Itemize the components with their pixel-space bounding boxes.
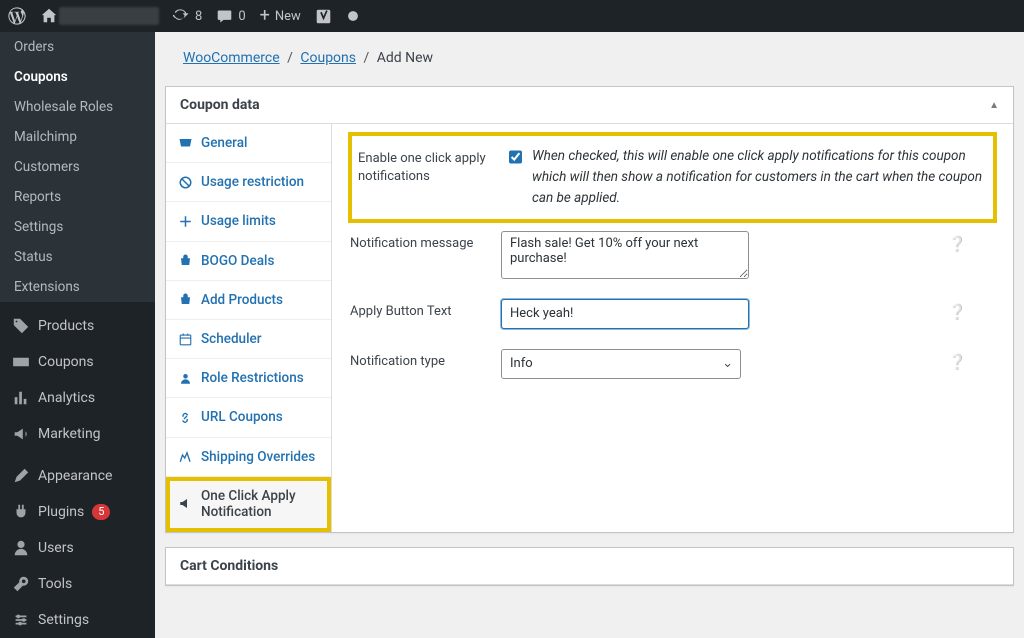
row-notification-type: Notification type Info ⌄ ❔: [350, 339, 995, 389]
sidebar-item-plugins[interactable]: Plugins5: [0, 494, 155, 530]
sidebar-item-coupons[interactable]: Coupons: [0, 344, 155, 380]
panel-title: Cart Conditions: [180, 558, 278, 574]
collapse-icon: ▲: [989, 100, 999, 111]
help-icon[interactable]: ❔: [948, 303, 967, 321]
comments-count: 0: [238, 9, 245, 24]
comments-icon[interactable]: 0: [216, 8, 245, 25]
enable-description: When checked, this will enable one click…: [532, 146, 987, 209]
breadcrumb-coupons[interactable]: Coupons: [300, 50, 356, 66]
row-enable: Enable one click apply notifications Whe…: [350, 134, 995, 221]
one-click-form: Enable one click apply notifications Whe…: [332, 124, 1013, 532]
tab-one-click-apply[interactable]: One Click Apply Notification: [166, 477, 331, 532]
updates-icon[interactable]: 8: [173, 8, 202, 25]
type-label: Notification type: [350, 349, 485, 371]
sidebar-item-analytics[interactable]: Analytics: [0, 380, 155, 416]
sidebar-sub-extensions[interactable]: Extensions: [0, 272, 155, 302]
sidebar-sub-customers[interactable]: Customers: [0, 152, 155, 182]
main-content: WooCommerce / Coupons / Add New Coupon d…: [155, 32, 1024, 638]
new-content[interactable]: +New: [260, 7, 301, 25]
button-text-input[interactable]: [501, 299, 749, 329]
tab-usage-limits[interactable]: Usage limits: [166, 202, 331, 241]
updates-count: 8: [195, 9, 202, 24]
yoast-icon[interactable]: [315, 8, 332, 25]
admin-sidebar: Orders Coupons Wholesale Roles Mailchimp…: [0, 32, 155, 638]
sidebar-sub-orders[interactable]: Orders: [0, 32, 155, 62]
sidebar-sub-reports[interactable]: Reports: [0, 182, 155, 212]
sidebar-item-marketing[interactable]: Marketing: [0, 416, 155, 452]
help-icon[interactable]: ❔: [948, 235, 967, 253]
enable-checkbox[interactable]: [509, 149, 522, 165]
tab-usage-restriction[interactable]: Usage restriction: [166, 163, 331, 202]
tab-url-coupons[interactable]: URL Coupons: [166, 398, 331, 437]
tab-general[interactable]: General: [166, 124, 331, 163]
sidebar-sub-wholesale[interactable]: Wholesale Roles: [0, 92, 155, 122]
tab-shipping[interactable]: Shipping Overrides: [166, 438, 331, 477]
tab-bogo[interactable]: BOGO Deals: [166, 242, 331, 281]
sidebar-item-appearance[interactable]: Appearance: [0, 458, 155, 494]
sidebar-item-settings-main[interactable]: Settings: [0, 602, 155, 638]
sidebar-sub-coupons[interactable]: Coupons: [0, 62, 155, 92]
sidebar-item-tools[interactable]: Tools: [0, 566, 155, 602]
message-textarea[interactable]: Flash sale! Get 10% off your next purcha…: [501, 231, 749, 279]
row-button-text: Apply Button Text ❔: [350, 289, 995, 339]
tab-scheduler[interactable]: Scheduler: [166, 320, 331, 359]
sidebar-item-users[interactable]: Users: [0, 530, 155, 566]
coupon-data-panel-header[interactable]: Coupon data ▲: [166, 87, 1013, 124]
home-icon[interactable]: [40, 7, 159, 25]
extra-icon[interactable]: [346, 9, 360, 23]
coupon-data-panel: Coupon data ▲ General Usage restriction …: [165, 86, 1014, 533]
cart-conditions-panel: Cart Conditions: [165, 547, 1014, 586]
breadcrumb: WooCommerce / Coupons / Add New: [155, 32, 1024, 78]
breadcrumb-addnew: Add New: [377, 50, 433, 66]
wordpress-logo[interactable]: [8, 7, 26, 25]
button-text-label: Apply Button Text: [350, 299, 485, 321]
sidebar-sub-settings[interactable]: Settings: [0, 212, 155, 242]
cart-conditions-header[interactable]: Cart Conditions: [166, 548, 1013, 585]
sidebar-sub-status[interactable]: Status: [0, 242, 155, 272]
sidebar-sub-mailchimp[interactable]: Mailchimp: [0, 122, 155, 152]
type-select[interactable]: Info: [501, 349, 741, 379]
tab-add-products[interactable]: Add Products: [166, 281, 331, 320]
tab-role-restrictions[interactable]: Role Restrictions: [166, 359, 331, 398]
coupon-tabs: General Usage restriction Usage limits B…: [166, 124, 332, 532]
breadcrumb-woocommerce[interactable]: WooCommerce: [183, 50, 280, 66]
enable-label: Enable one click apply notifications: [358, 146, 493, 186]
panel-title: Coupon data: [180, 97, 260, 113]
help-icon[interactable]: ❔: [948, 353, 967, 371]
admin-topbar: 8 0 +New: [0, 0, 1024, 32]
row-message: Notification message Flash sale! Get 10%…: [350, 221, 995, 289]
message-label: Notification message: [350, 231, 485, 253]
plugins-update-badge: 5: [92, 504, 110, 520]
sidebar-item-products[interactable]: Products: [0, 308, 155, 344]
